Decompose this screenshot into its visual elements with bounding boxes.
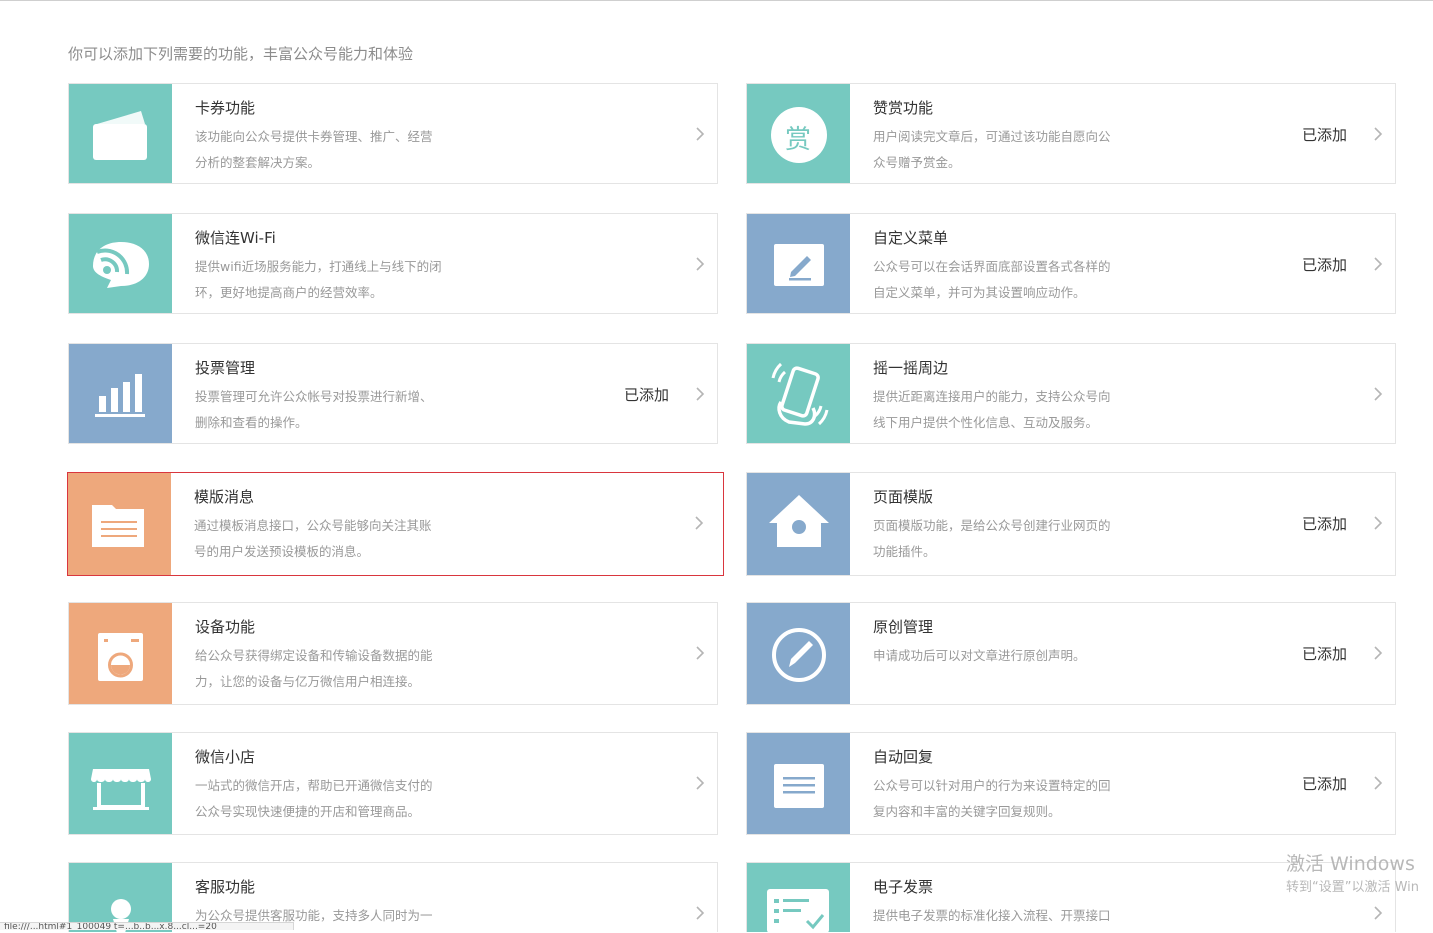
original-pen-icon xyxy=(747,603,850,704)
card-title: 微信小店 xyxy=(195,748,256,766)
chevron-right-icon xyxy=(1374,776,1383,790)
card-description: 申请成功后可以对文章进行原创声明。 xyxy=(873,648,1086,663)
card-description: 通过模板消息接口，公众号能够向关注其账 号的用户发送预设模板的消息。 xyxy=(194,518,432,559)
card-title: 客服功能 xyxy=(195,878,256,896)
added-status: 已添加 xyxy=(1301,775,1347,793)
added-status: 已添加 xyxy=(1301,645,1347,663)
card-title: 电子发票 xyxy=(873,878,934,896)
browser-status-bar: file:///...html#1_100049 t=...b..b...x.8… xyxy=(0,922,294,930)
chevron-right-icon xyxy=(696,646,705,660)
chevron-right-icon xyxy=(695,516,704,530)
card-title: 自动回复 xyxy=(873,748,934,766)
bar-chart-icon xyxy=(69,344,172,443)
windows-activation-hint: 转到“设置”以激活 Win xyxy=(1286,880,1420,895)
shake-phone-icon xyxy=(747,344,850,443)
card-description: 公众号可以针对用户的行为来设置特定的回 复内容和丰富的关键字回复规则。 xyxy=(873,778,1111,819)
card-title: 卡券功能 xyxy=(195,99,256,117)
card-title: 设备功能 xyxy=(195,618,256,636)
invoice-icon xyxy=(747,863,850,933)
reward-icon: 赏 xyxy=(747,84,850,183)
card-title: 原创管理 xyxy=(873,618,934,636)
card-description: 用户阅读完文章后，可通过该功能自愿向公 众号赠予赏金。 xyxy=(873,129,1111,170)
chevron-right-icon xyxy=(696,776,705,790)
chevron-right-icon xyxy=(1374,257,1383,271)
card-title: 摇一摇周边 xyxy=(873,359,949,377)
feature-card-page-template[interactable]: 页面模版 页面模版功能，是给公众号创建行业网页的 功能插件。 已添加 xyxy=(746,472,1396,576)
top-divider xyxy=(0,0,1433,1)
card-description: 页面模版功能，是给公众号创建行业网页的 功能插件。 xyxy=(873,518,1111,559)
feature-card-template-message[interactable]: 模版消息 通过模板消息接口，公众号能够向关注其账 号的用户发送预设模板的消息。 xyxy=(67,472,724,576)
card-description: 给公众号获得绑定设备和传输设备数据的能 力，让您的设备与亿万微信用户相连接。 xyxy=(195,648,433,689)
chevron-right-icon xyxy=(696,127,705,141)
added-status: 已添加 xyxy=(623,386,669,404)
feature-card-shake[interactable]: 摇一摇周边 提供近距离连接用户的能力，支持公众号向 线下用户提供个性化信息、互动及… xyxy=(746,343,1396,444)
feature-card-device[interactable]: 设备功能 给公众号获得绑定设备和传输设备数据的能 力，让您的设备与亿万微信用户相连… xyxy=(68,602,718,705)
chevron-right-icon xyxy=(1374,906,1383,920)
feature-card-vote[interactable]: 投票管理 投票管理可允许公众帐号对投票进行新增、 删除和查看的操作。 已添加 xyxy=(68,343,718,444)
card-description: 投票管理可允许公众帐号对投票进行新增、 删除和查看的操作。 xyxy=(195,389,433,430)
page-intro: 你可以添加下列需要的功能，丰富公众号能力和体验 xyxy=(68,45,414,63)
card-description: 一站式的微信开店，帮助已开通微信支付的 公众号实现快速便捷的开店和管理商品。 xyxy=(195,778,433,819)
feature-card-coupon[interactable]: 卡券功能 该功能向公众号提供卡券管理、推广、经营 分析的整套解决方案。 xyxy=(68,83,718,184)
card-title: 赞赏功能 xyxy=(873,99,934,117)
feature-card-shop[interactable]: 微信小店 一站式的微信开店，帮助已开通微信支付的 公众号实现快速便捷的开店和管理商… xyxy=(68,732,718,835)
card-description: 提供wifi近场服务能力，打通线上与线下的闭 环，更好地提高商户的经营效率。 xyxy=(195,259,442,300)
card-title: 页面模版 xyxy=(873,488,934,506)
card-description: 公众号可以在会话界面底部设置各式各样的 自定义菜单，并可为其设置响应动作。 xyxy=(873,259,1111,300)
card-title: 投票管理 xyxy=(195,359,256,377)
chevron-right-icon xyxy=(1374,387,1383,401)
added-status: 已添加 xyxy=(1301,126,1347,144)
wifi-icon xyxy=(69,214,172,313)
feature-card-custom-menu[interactable]: 自定义菜单 公众号可以在会话界面底部设置各式各样的 自定义菜单，并可为其设置响应动… xyxy=(746,213,1396,314)
feature-card-auto-reply[interactable]: 自动回复 公众号可以针对用户的行为来设置特定的回 复内容和丰富的关键字回复规则。 … xyxy=(746,732,1396,835)
card-title: 模版消息 xyxy=(194,488,255,506)
card-icon xyxy=(69,84,172,183)
card-description: 提供近距离连接用户的能力，支持公众号向 线下用户提供个性化信息、互动及服务。 xyxy=(873,389,1111,430)
chevron-right-icon xyxy=(696,257,705,271)
card-description: 该功能向公众号提供卡券管理、推广、经营 分析的整套解决方案。 xyxy=(195,129,433,170)
chevron-right-icon xyxy=(1374,516,1383,530)
home-icon xyxy=(747,473,850,575)
feature-card-reward[interactable]: 赏 赞赏功能 用户阅读完文章后，可通过该功能自愿向公 众号赠予赏金。 已添加 xyxy=(746,83,1396,184)
chevron-right-icon xyxy=(1374,646,1383,660)
reward-glyph: 赏 xyxy=(785,125,812,155)
feature-card-original[interactable]: 原创管理 申请成功后可以对文章进行原创声明。 已添加 xyxy=(746,602,1396,705)
card-title: 微信连Wi-Fi xyxy=(195,229,276,247)
chevron-right-icon xyxy=(696,387,705,401)
chevron-right-icon xyxy=(1374,127,1383,141)
added-status: 已添加 xyxy=(1301,515,1347,533)
auto-reply-icon xyxy=(747,733,850,834)
edit-menu-icon xyxy=(747,214,850,313)
card-title: 自定义菜单 xyxy=(873,229,949,247)
card-description: 提供电子发票的标准化接入流程、开票接口 xyxy=(873,908,1111,923)
shop-icon xyxy=(69,733,172,834)
washer-device-icon xyxy=(69,603,172,704)
template-doc-icon xyxy=(68,473,171,575)
chevron-right-icon xyxy=(696,906,705,920)
windows-activation-title: 激活 Windows xyxy=(1286,853,1415,875)
feature-card-wifi[interactable]: 微信连Wi-Fi 提供wifi近场服务能力，打通线上与线下的闭 环，更好地提高商户… xyxy=(68,213,718,314)
added-status: 已添加 xyxy=(1301,256,1347,274)
